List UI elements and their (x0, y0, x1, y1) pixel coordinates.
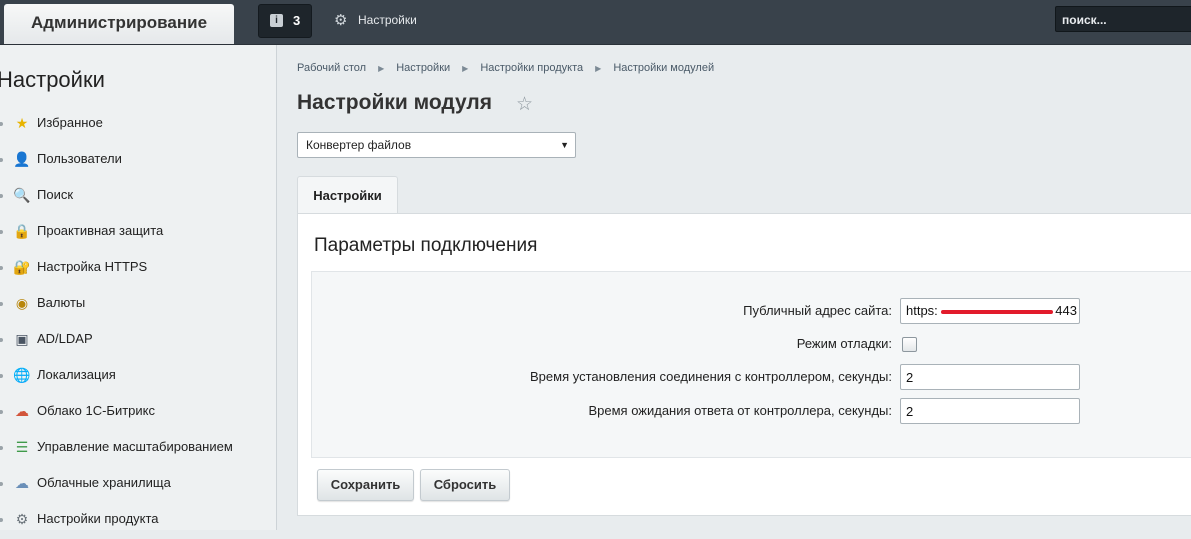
public-url-label: Публичный адрес сайта: (743, 303, 892, 318)
public-url-value-end: 443 (1055, 303, 1077, 318)
sidebar-item-label: AD/LDAP (37, 331, 93, 346)
sidebar-menu: ★ Избранное 👤 Пользователи 🔍 Поиск 🔒 Про… (0, 107, 276, 539)
expand-bullet[interactable] (0, 374, 3, 378)
breadcrumb-separator-icon: ▶ (595, 64, 602, 73)
cloud-icon: ☁ (15, 403, 29, 419)
save-button[interactable]: Сохранить (317, 469, 414, 501)
expand-bullet[interactable] (0, 338, 3, 342)
breadcrumb-separator-icon: ▶ (462, 64, 469, 73)
expand-bullet[interactable] (0, 482, 3, 486)
breadcrumb-desktop[interactable]: Рабочий стол (297, 62, 366, 74)
dropdown-arrow-icon: ▼ (560, 140, 569, 150)
sidebar-item-localization[interactable]: 🌐 Локализация (0, 359, 276, 395)
sidebar-item-label: Избранное (37, 115, 103, 130)
sidebar-item-label: Управление масштабированием (37, 439, 233, 454)
sidebar-item-label: Пользователи (37, 151, 122, 166)
sidebar-item-label: Настройки продукта (37, 511, 159, 526)
expand-bullet[interactable] (0, 302, 3, 306)
sidebar-title: Настройки (0, 67, 105, 92)
globe-icon: 🌐 (13, 367, 31, 383)
breadcrumb: Рабочий стол ▶ Настройки ▶ Настройки продукт… (297, 62, 724, 74)
server-icon: ☰ (15, 439, 29, 455)
redaction-mark (941, 310, 1053, 314)
sidebar-item-product-settings[interactable]: ⚙ Настройки продукта (0, 503, 276, 539)
sidebar-item-cloud-storage[interactable]: ☁ Облачные хранилища (0, 467, 276, 503)
expand-bullet[interactable] (0, 194, 3, 198)
gear-icon: ⚙ (334, 12, 348, 29)
admin-tab[interactable]: Администрирование (4, 4, 234, 44)
expand-bullet[interactable] (0, 446, 3, 450)
https-lock-icon: 🔐 (13, 259, 31, 275)
breadcrumb-settings[interactable]: Настройки (396, 62, 450, 74)
module-select[interactable]: Конвертер файлов ▼ (297, 132, 576, 158)
notifications-button[interactable]: i 3 (258, 4, 312, 38)
expand-bullet[interactable] (0, 230, 3, 234)
search-input[interactable]: поиск... (1055, 6, 1191, 32)
expand-bullet[interactable] (0, 410, 3, 414)
sidebar-item-label: Поиск (37, 187, 74, 202)
expand-bullet[interactable] (0, 122, 3, 126)
lock-icon: 🔒 (13, 223, 31, 239)
module-select-value: Конвертер файлов (306, 138, 412, 152)
connection-form: Публичный адрес сайта: https: 443 Режим о… (311, 271, 1191, 458)
expand-bullet[interactable] (0, 266, 3, 270)
expand-bullet[interactable] (0, 158, 3, 162)
sidebar-item-https[interactable]: 🔐 Настройка HTTPS (0, 251, 276, 287)
notification-icon: i (270, 14, 283, 27)
sidebar-item-bitrix-cloud[interactable]: ☁ Облако 1С-Битрикс (0, 395, 276, 431)
response-timeout-label: Время ожидания ответа от контроллера, се… (588, 403, 892, 418)
section-title: Параметры подключения (314, 235, 538, 256)
gear-icon: ⚙ (15, 511, 29, 527)
page-title: Настройки модуля (297, 91, 493, 114)
ldap-icon: ▣ (15, 331, 29, 347)
sidebar-item-ad-ldap[interactable]: ▣ AD/LDAP (0, 323, 276, 359)
sidebar-item-label: Облачные хранилища (37, 475, 171, 490)
breadcrumb-module-settings[interactable]: Настройки модулей (613, 62, 714, 74)
top-settings-link[interactable]: ⚙ Настройки (334, 11, 417, 29)
connect-timeout-input[interactable] (900, 364, 1080, 390)
notifications-count: 3 (293, 13, 301, 28)
storage-icon: ☁ (15, 475, 29, 491)
top-bar: Администрирование i 3 ⚙ Настройки поиск..… (0, 0, 1191, 45)
debug-mode-checkbox[interactable] (902, 337, 917, 352)
magnifier-icon: 🔍 (13, 187, 31, 203)
sidebar-item-scaling[interactable]: ☰ Управление масштабированием (0, 431, 276, 467)
expand-bullet[interactable] (0, 518, 3, 522)
public-url-value-start: https: (906, 303, 938, 318)
response-timeout-input[interactable] (900, 398, 1080, 424)
star-icon: ★ (15, 115, 29, 131)
favorite-star-icon[interactable]: ☆ (516, 93, 533, 116)
public-url-input[interactable]: https: 443 (900, 298, 1080, 324)
user-icon: 👤 (13, 151, 31, 167)
sidebar-item-favorites[interactable]: ★ Избранное (0, 107, 276, 143)
sidebar-item-currencies[interactable]: ◉ Валюты (0, 287, 276, 323)
sidebar-item-label: Настройка HTTPS (37, 259, 148, 274)
coin-icon: ◉ (15, 295, 29, 311)
connect-timeout-label: Время установления соединения с контролл… (530, 369, 892, 384)
tab-settings[interactable]: Настройки (297, 176, 398, 214)
sidebar-item-search[interactable]: 🔍 Поиск (0, 179, 276, 215)
sidebar-item-label: Облако 1С-Битрикс (37, 403, 155, 418)
sidebar-item-label: Валюты (37, 295, 86, 310)
sidebar-item-label: Проактивная защита (37, 223, 164, 238)
top-settings-label: Настройки (358, 13, 417, 27)
breadcrumb-separator-icon: ▶ (378, 64, 385, 73)
breadcrumb-product-settings[interactable]: Настройки продукта (480, 62, 583, 74)
debug-mode-label: Режим отладки: (796, 336, 892, 351)
sidebar-item-proactive-protection[interactable]: 🔒 Проактивная защита (0, 215, 276, 251)
sidebar-item-label: Локализация (37, 367, 116, 382)
sidebar: Настройки ★ Избранное 👤 Пользователи 🔍 П… (0, 45, 277, 530)
reset-button[interactable]: Сбросить (420, 469, 510, 501)
sidebar-item-users[interactable]: 👤 Пользователи (0, 143, 276, 179)
